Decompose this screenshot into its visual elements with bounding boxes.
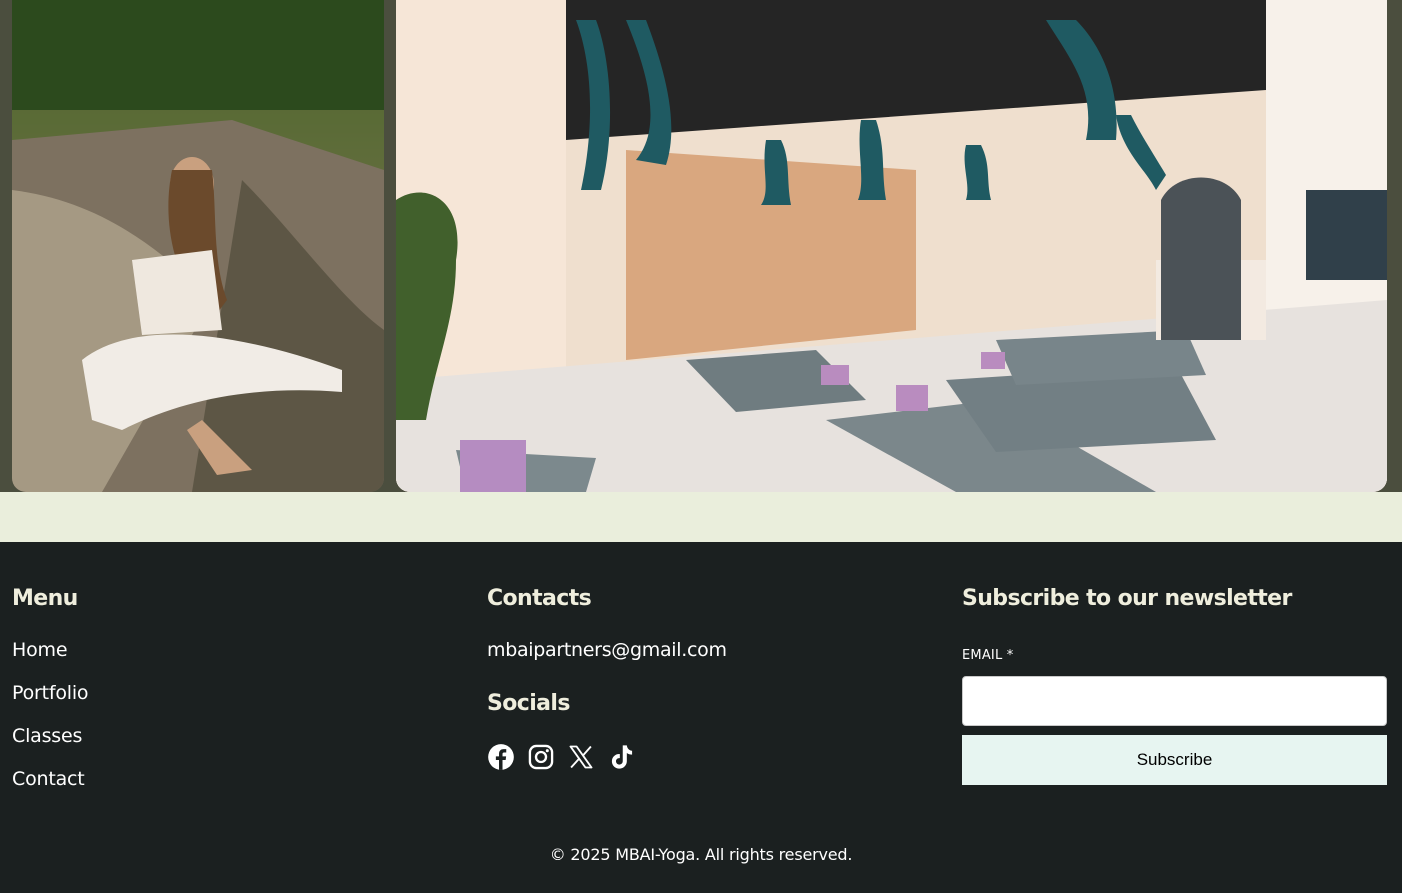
menu-link-classes[interactable]: Classes [12, 724, 452, 748]
yoga-pose-photo [12, 0, 384, 492]
divider-band [0, 492, 1402, 542]
newsletter-heading: Subscribe to our newsletter [962, 586, 1292, 611]
email-field[interactable] [962, 676, 1387, 726]
contact-email-link[interactable]: mbaipartners@gmail.com [487, 638, 927, 662]
x-icon [569, 745, 593, 769]
facebook-icon [488, 744, 514, 770]
contacts-heading: Contacts [487, 586, 592, 611]
tiktok-icon [611, 745, 633, 769]
menu-link-contact[interactable]: Contact [12, 767, 452, 791]
footer-newsletter: Subscribe to our newsletter EMAIL * Subs… [962, 584, 1387, 785]
site-footer: Menu Home Portfolio Classes Contact Cont… [0, 542, 1402, 893]
subscribe-button[interactable]: Subscribe [962, 735, 1387, 785]
menu-link-portfolio[interactable]: Portfolio [12, 681, 452, 705]
photo-gallery [0, 0, 1402, 492]
copyright-text: © 2025 MBAI-Yoga. All rights reserved. [549, 845, 853, 864]
footer-contacts: Contacts mbaipartners@gmail.com Socials [487, 584, 927, 771]
facebook-link[interactable] [487, 743, 515, 771]
socials-heading: Socials [487, 691, 570, 716]
footer-nav: Home Portfolio Classes Contact [12, 638, 452, 791]
tiktok-link[interactable] [607, 743, 635, 771]
menu-heading: Menu [12, 586, 78, 611]
instagram-icon [528, 744, 554, 770]
email-field-label: EMAIL * [962, 648, 1014, 663]
footer-menu: Menu Home Portfolio Classes Contact [12, 584, 452, 810]
x-link[interactable] [567, 743, 595, 771]
instagram-link[interactable] [527, 743, 555, 771]
social-links [487, 743, 927, 771]
aerial-yoga-studio-photo [396, 0, 1387, 492]
menu-link-home[interactable]: Home [12, 638, 452, 662]
